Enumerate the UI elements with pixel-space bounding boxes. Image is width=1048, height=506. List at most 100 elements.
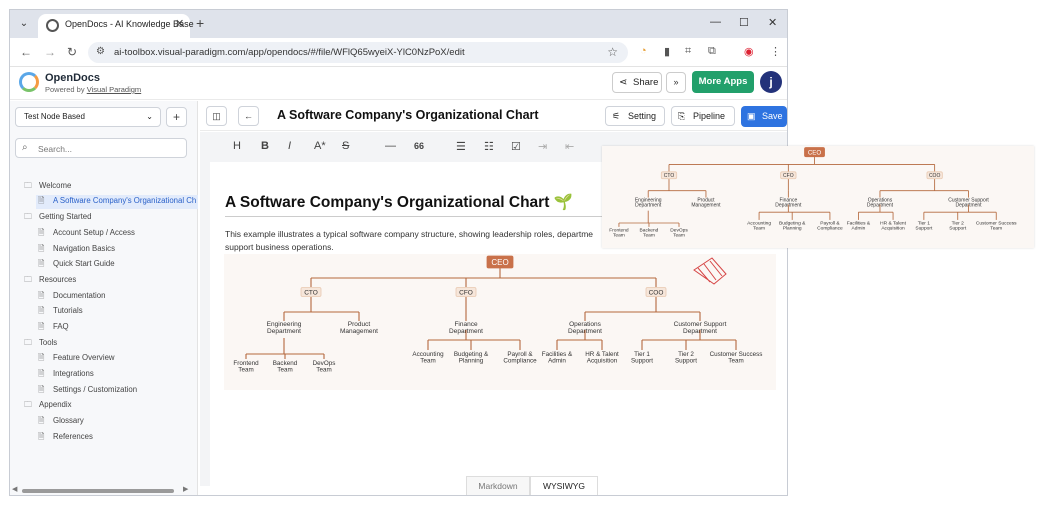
team-label-finance-0-line2: Team [753,226,765,232]
folder-icon: 🗀 [24,212,32,221]
browser-tab-active[interactable]: OpenDocs - AI Knowledge Base ✕ [38,14,194,38]
tree-folder[interactable]: 🗀 Appendix [22,399,198,413]
setting-button[interactable]: ⚟ Setting [605,106,665,126]
pipeline-icon: ⎘ [678,111,686,121]
dept-label-cto-1-line2: Management [340,328,378,335]
scroll-thumb[interactable] [22,489,174,493]
add-node-button[interactable]: + [166,107,187,127]
text-size-icon[interactable]: A* [314,140,326,152]
pipeline-button[interactable]: ⎘ Pipeline [671,106,735,126]
tree-folder[interactable]: 🗀 Tools [22,337,198,351]
bold-icon[interactable]: B [261,140,269,152]
document-title: A Software Company's Organizational Char… [277,108,539,122]
extensions-puzzle-icon[interactable]: ⧉ [708,45,716,58]
maximize-icon[interactable]: ☐ [739,16,749,29]
extension-icon-2[interactable]: ▮ [664,45,670,58]
tree-item-label: Feature Overview [53,353,115,362]
team-label-support-1-line2: Support [675,358,697,365]
horizontal-rule-icon[interactable]: — [385,140,396,152]
tree-folder[interactable]: 🗀 Getting Started [22,211,198,225]
tree-doc[interactable]: 🗎 A Software Company's Organizational Ch [36,195,198,209]
outdent-icon[interactable]: ⇤ [565,140,574,153]
document-icon: 🗎 [38,432,45,441]
avatar[interactable]: j [760,71,782,93]
back-button[interactable]: ← [238,106,259,126]
tree-doc[interactable]: 🗎 Account Setup / Access [36,227,198,241]
tree-doc[interactable]: 🗎 Glossary [36,415,198,429]
exec-node-cto-label: CTO [664,173,675,179]
tree-doc[interactable]: 🗎 Feature Overview [36,352,198,366]
indent-icon[interactable]: ⇥ [538,140,547,153]
org-chart-svg: CEOCTO CFO COOEngineeringDepartmentProduct… [233,255,762,374]
profile-icon[interactable]: ◉ [744,45,754,58]
dept-label-cto-0-line2: Department [267,328,301,335]
team-label-support-0-line2: Support [915,226,933,232]
tree-folder[interactable]: 🗀 Resources [22,274,198,288]
close-icon[interactable]: ✕ [175,17,184,30]
back-icon[interactable]: ← [20,45,32,59]
exec-node-cfo-label: CFO [783,173,794,179]
tree-doc[interactable]: 🗎 Settings / Customization [36,384,198,398]
team-label-operations-1-line2: Acquisition [587,358,618,365]
reload-icon[interactable]: ↻ [67,45,77,59]
tab-search-icon[interactable]: ⌄ [16,16,32,32]
share-button[interactable]: ⋖ Share [612,72,662,93]
org-chart-diagram[interactable]: CEO CTO CFO COO Engineering Department Product… [224,254,776,390]
strikethrough-icon[interactable]: S [342,140,349,152]
heading-icon[interactable]: H [233,140,241,152]
document-icon: 🗎 [38,196,45,205]
tree-item-label: Settings / Customization [53,385,138,394]
expand-button[interactable]: » [666,72,686,93]
new-tab-icon[interactable]: + [196,15,204,31]
globe-icon [46,19,59,32]
checkbox-icon[interactable]: ☑ [511,140,521,153]
powered-by: Powered by Visual Paradigm [45,85,141,94]
quote-icon[interactable]: 66 [414,141,424,151]
site-info-icon[interactable]: ⚙ [96,46,105,57]
search-icon: ⌕ [22,142,28,153]
team-label-finance-1-line2: Planning [783,226,802,232]
window-close-icon[interactable]: ✕ [768,16,777,29]
extension-icon[interactable]: ◔ [640,45,647,57]
italic-icon[interactable]: I [288,140,291,152]
folder-icon: 🗀 [24,400,32,409]
tree-doc[interactable]: 🗎 FAQ [36,321,198,335]
tree-doc[interactable]: 🗎 Tutorials [36,305,198,319]
sidebar-scrollbar[interactable]: ◀ ▶ [12,485,196,495]
minimize-icon[interactable]: — [710,16,721,28]
bookmark-star-icon[interactable]: ☆ [607,45,618,59]
tree-doc[interactable]: 🗎 Quick Start Guide [36,258,198,272]
markdown-mode-tab[interactable]: Markdown [466,476,530,495]
powered-link[interactable]: Visual Paradigm [87,85,141,94]
document-icon: 🗎 [38,385,45,394]
scroll-right-icon[interactable]: ▶ [183,485,188,493]
capture-icon[interactable]: ⌗ [685,45,691,58]
bullet-list-icon[interactable]: ☰ [456,140,466,153]
wysiwyg-mode-tab[interactable]: WYSIWYG [530,476,598,495]
tree-doc[interactable]: 🗎 Documentation [36,290,198,304]
tree-folder[interactable]: 🗀 Welcome [22,180,198,194]
search-input[interactable]: ⌕ Search... [15,138,187,158]
document-icon: 🗎 [38,416,45,425]
team-label-operations-1-line2: Acquisition [881,226,905,232]
menu-icon[interactable]: ⋮ [770,45,781,58]
heading-text: A Software Company's Organizational Char… [225,194,550,211]
org-chart-popout[interactable]: CEO CTO CFO COO Engineering Department Product… [602,146,1034,248]
toggle-sidebar-button[interactable]: ◫ [206,106,227,126]
forward-icon[interactable]: → [44,45,56,59]
team-label-engineering-2-line2: Team [316,367,331,374]
tree-item-label: Resources [39,275,77,284]
scroll-left-icon[interactable]: ◀ [12,485,17,493]
tree-doc[interactable]: 🗎 Integrations [36,368,198,382]
node-select-value: Test Node Based [24,112,85,121]
document-icon: 🗎 [38,369,45,378]
team-label-operations-0: Facilities & [847,221,871,227]
tree-doc[interactable]: 🗎 Navigation Basics [36,243,198,257]
document-icon: 🗎 [38,291,45,300]
tree-doc[interactable]: 🗎 References [36,431,198,445]
more-apps-button[interactable]: More Apps [692,71,754,93]
node-type-select[interactable]: Test Node Based ⌄ [15,107,161,127]
ordered-list-icon[interactable]: ☷ [484,140,494,153]
save-button[interactable]: ▣ Save [741,106,787,127]
url-input[interactable]: ⚙ ai-toolbox.visual-paradigm.com/app/ope… [88,42,628,63]
